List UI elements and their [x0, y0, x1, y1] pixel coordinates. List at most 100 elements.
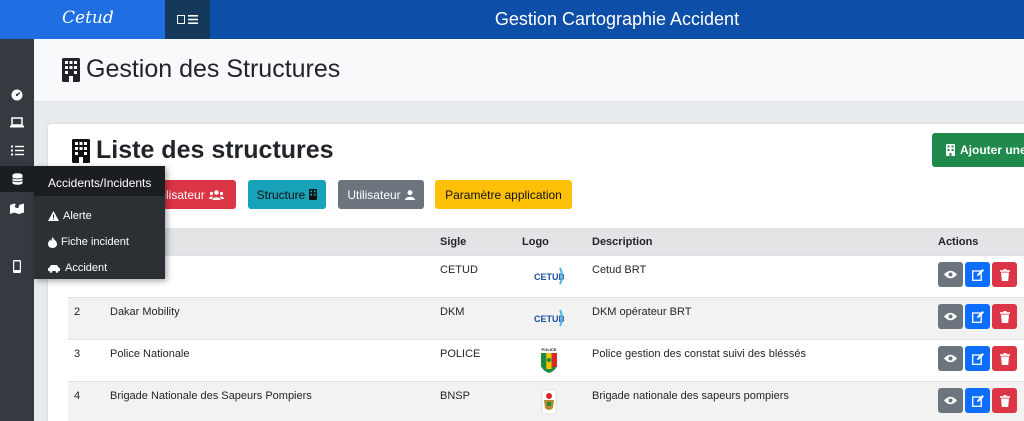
eye-icon [944, 396, 957, 405]
tab-label: Utilisateur [347, 187, 401, 202]
row-description: Cetud BRT [592, 264, 647, 276]
sidebar [0, 39, 34, 421]
row-number: 2 [74, 306, 81, 318]
table-header: Sigle Logo Description Actions [68, 228, 1024, 255]
flyout-header: Accidents/Incidents [34, 166, 165, 196]
sidebar-item-list[interactable] [0, 137, 34, 163]
row-name: Police Nationale [110, 348, 190, 360]
edit-icon [971, 352, 984, 365]
row-description: DKM opérateur BRT [592, 306, 692, 318]
table-row: 4 Brigade Nationale des Sapeurs Pompiers… [68, 381, 1024, 421]
edit-button[interactable] [965, 304, 990, 329]
trash-icon [999, 268, 1010, 281]
page-header: Gestion des Structures [34, 39, 1024, 102]
delete-button[interactable] [992, 262, 1017, 287]
table-row: 2 Dakar Mobility DKM CETUD DKM opérateur… [68, 297, 1024, 339]
tab-label: tilisateur [160, 187, 205, 202]
row-number: 4 [74, 390, 81, 402]
laptop-icon [10, 116, 24, 127]
structures-table: Sigle Logo Description Actions CETUD CET… [68, 228, 1024, 421]
row-sigle: POLICE [440, 348, 481, 360]
map-icon [10, 203, 24, 214]
row-name: Dakar Mobility [110, 306, 180, 318]
row-description: Police gestion des constat suivi des blé… [592, 348, 807, 360]
flyout-item-alerte[interactable]: Alerte [34, 203, 165, 229]
flyout-item-label: Accident [65, 262, 108, 274]
app-title: Gestion Cartographie Accident [494, 9, 740, 29]
flyout-item-label: Fiche incident [61, 236, 129, 248]
warning-icon [48, 211, 59, 221]
row-actions [938, 388, 1017, 413]
eye-icon [944, 270, 957, 279]
card-title-text: Liste des structures [96, 136, 334, 164]
sidebar-item-laptop[interactable] [0, 109, 34, 135]
dashboard-icon [11, 89, 23, 101]
delete-button[interactable] [992, 388, 1017, 413]
view-button[interactable] [938, 346, 963, 371]
row-sigle: BNSP [440, 390, 470, 402]
page-title: Gestion des Structures [62, 55, 340, 84]
flyout-item-accident[interactable]: Accident [34, 255, 165, 281]
row-sigle: CETUD [440, 264, 478, 276]
sidebar-item-accidents[interactable] [0, 166, 34, 192]
column-header-actions: Actions [938, 236, 979, 248]
card-title: Liste des structures [72, 136, 334, 165]
edit-icon [971, 394, 984, 407]
edit-button[interactable] [965, 388, 990, 413]
view-button[interactable] [938, 304, 963, 329]
police-badge-icon: POLICE [541, 347, 557, 373]
car-crash-icon [48, 265, 60, 273]
view-button[interactable] [938, 388, 963, 413]
edit-button[interactable] [965, 346, 990, 371]
tab-utilisateur[interactable]: Utilisateur [338, 180, 424, 209]
page-title-text: Gestion des Structures [86, 55, 341, 83]
tab-structure[interactable]: Structure [248, 180, 326, 209]
row-actions [938, 262, 1017, 287]
database-icon [11, 173, 23, 185]
cetud-logo-icon: CETUD [534, 267, 564, 285]
eye-icon [944, 354, 957, 363]
structure-logo: CETUD [534, 304, 564, 332]
table-row: CETUD CETUD Cetud BRT [68, 255, 1024, 297]
column-header-description[interactable]: Description [592, 236, 653, 248]
top-bar: Cetud Gestion Cartographie Accident [0, 0, 1024, 39]
trash-icon [999, 394, 1010, 407]
sidebar-item-mobile[interactable] [0, 253, 34, 279]
row-sigle: DKM [440, 306, 465, 318]
users-icon [208, 189, 224, 200]
flyout-item-fiche-incident[interactable]: Fiche incident [34, 229, 165, 255]
bnsp-emblem-icon [541, 389, 557, 415]
add-structure-button[interactable]: Ajouter une [932, 133, 1024, 167]
sidebar-toggle-button[interactable] [165, 0, 210, 39]
tab-label: Structure [256, 187, 306, 202]
row-description: Brigade nationale des sapeurs pompiers [592, 390, 789, 402]
delete-button[interactable] [992, 346, 1017, 371]
eye-icon [944, 312, 957, 321]
view-button[interactable] [938, 262, 963, 287]
table-row: 3 Police Nationale POLICE POLICE Police … [68, 339, 1024, 381]
tab-parametre-application[interactable]: Paramètre application [435, 180, 572, 209]
structure-logo [534, 388, 564, 416]
edit-button[interactable] [965, 262, 990, 287]
svg-text:CETUD: CETUD [534, 314, 564, 324]
column-header-sigle[interactable]: Sigle [440, 236, 466, 248]
square-icon [177, 15, 185, 24]
row-actions [938, 304, 1017, 329]
building-icon [309, 189, 318, 200]
column-header-logo[interactable]: Logo [522, 236, 549, 248]
structure-logo: POLICE [534, 346, 564, 374]
edit-icon [971, 268, 984, 281]
building-icon [946, 144, 955, 156]
sidebar-item-dashboard[interactable] [0, 82, 34, 108]
sidebar-item-map[interactable] [0, 195, 34, 221]
row-actions [938, 346, 1017, 371]
delete-button[interactable] [992, 304, 1017, 329]
structure-logo: CETUD [534, 262, 564, 290]
flyout-item-label: Alerte [63, 210, 92, 222]
add-button-label: Ajouter une [960, 143, 1024, 157]
edit-icon [971, 310, 984, 323]
hamburger-icon [188, 15, 198, 24]
brand-logo[interactable]: Cetud [0, 0, 165, 39]
mobile-icon [13, 259, 21, 273]
accidents-flyout-menu: Accidents/Incidents Alerte Fiche inciden… [34, 166, 165, 279]
